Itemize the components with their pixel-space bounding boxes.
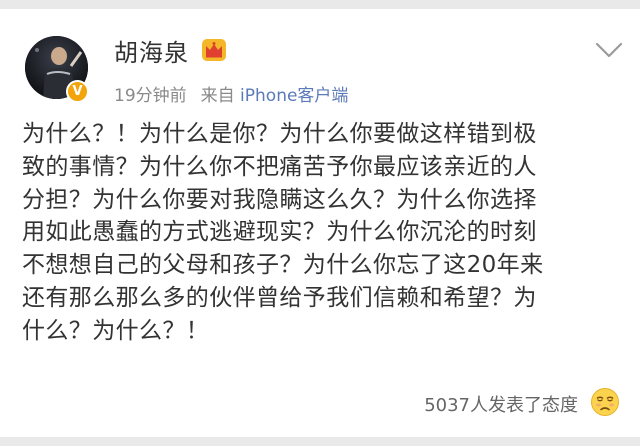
bottom-divider	[0, 437, 640, 446]
crown-icon[interactable]	[201, 38, 227, 62]
post-body: 为什么？！为什么是你？为什么你要做这样错到极 致的事情？为什么你不把痛苦予你最应…	[22, 121, 544, 344]
post-time: 19分钟前	[114, 86, 187, 106]
reaction-count[interactable]: 5037人发表了态度	[424, 391, 578, 417]
author-name[interactable]: 胡海泉	[114, 33, 189, 68]
source-prefix: 来自	[200, 86, 235, 106]
verified-badge-icon: V	[66, 80, 89, 103]
post-source-link[interactable]: iPhone客户端	[240, 86, 348, 106]
top-divider	[0, 0, 640, 9]
post-meta: 19分钟前 来自 iPhone客户端	[114, 81, 348, 106]
chevron-down-icon[interactable]	[594, 40, 624, 60]
sad-face-emoji-icon[interactable]	[590, 387, 620, 417]
